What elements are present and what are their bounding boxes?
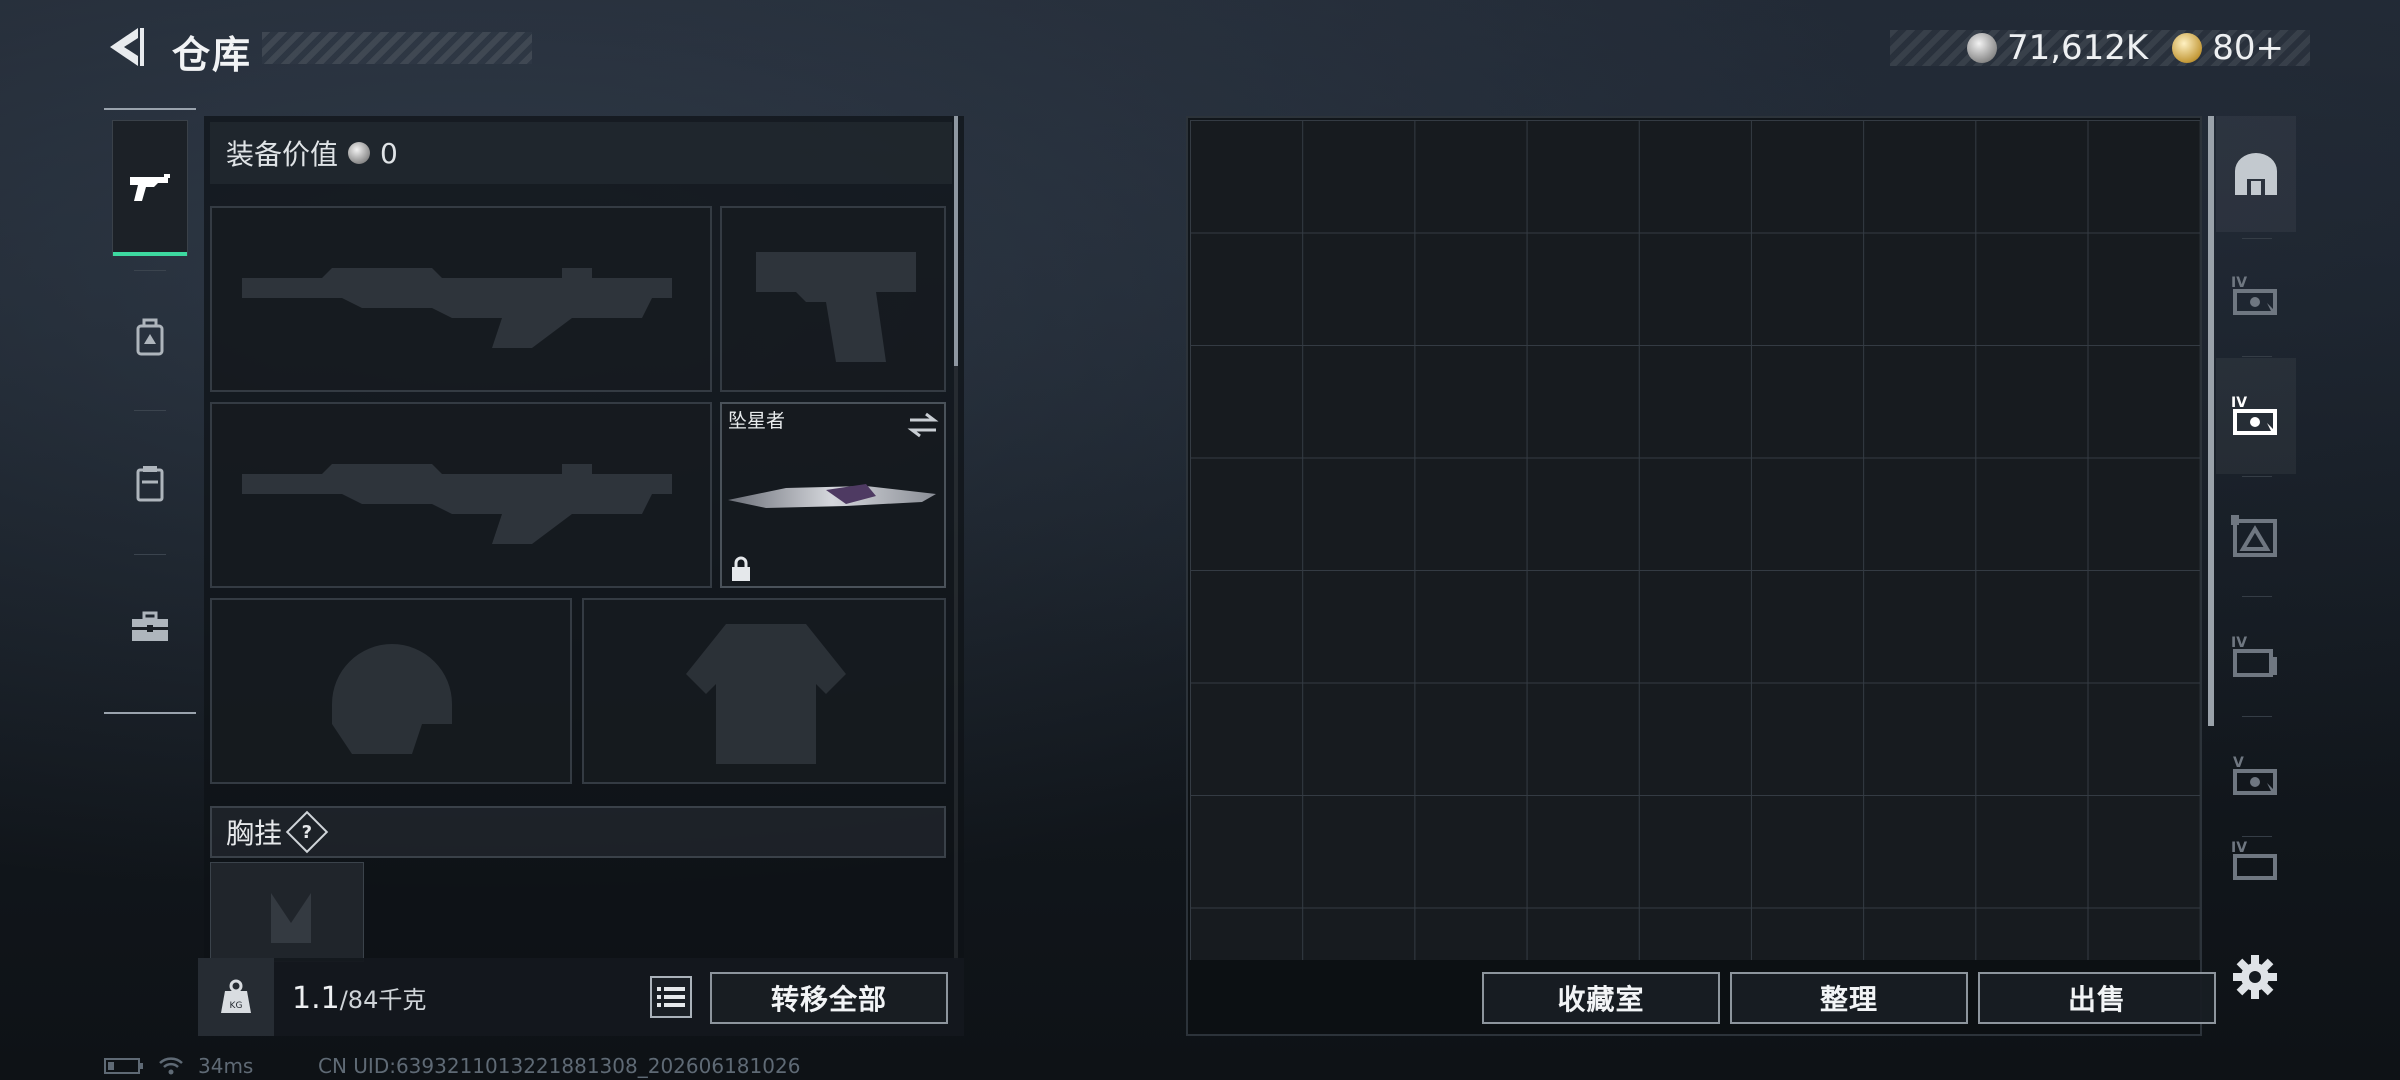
tab-storage-v[interactable]: V <box>2216 718 2296 834</box>
storage-iv-icon: IV <box>2231 840 2277 880</box>
tab-storage-3[interactable] <box>2216 478 2296 594</box>
sidearm-slot[interactable] <box>720 206 946 392</box>
storage-triangle-icon <box>2231 515 2277 557</box>
equipment-category-tabs <box>104 108 196 714</box>
equipment-value-label: 装备价值 <box>226 138 339 171</box>
svg-text:IV: IV <box>2231 275 2247 291</box>
currency-bar: 71,612K 80+ <box>1890 28 2310 68</box>
storage-iv-icon: IV <box>2231 275 2277 315</box>
primary-weapon-slot-2[interactable] <box>210 402 712 588</box>
weight-current: 1.1 <box>292 981 340 1016</box>
svg-text:IV: IV <box>2231 840 2247 856</box>
svg-text:V: V <box>2233 755 2244 771</box>
pistol-silhouette-icon <box>756 252 916 362</box>
rifle-silhouette-icon <box>242 464 672 544</box>
player-uid: CN UID:6393211013221881308_202606181026 <box>318 1054 801 1078</box>
page-title: 仓库 <box>172 33 253 77</box>
weight-icon: KG <box>221 979 251 1013</box>
silver-coin-icon <box>348 142 371 164</box>
tab-backpack[interactable] <box>112 270 188 406</box>
list-view-button[interactable] <box>650 976 692 1018</box>
tab-divider <box>2242 716 2272 717</box>
tab-divider <box>2242 356 2272 357</box>
chest-rig-slot[interactable] <box>210 862 364 962</box>
storage-v-icon: V <box>2233 755 2277 795</box>
transfer-all-button[interactable]: 转移全部 <box>710 972 948 1024</box>
svg-text:IV: IV <box>2231 395 2247 411</box>
tab-storage-iv-6[interactable]: IV <box>2216 838 2296 898</box>
weight-indicator: KG <box>198 958 274 1036</box>
pistol-icon <box>130 174 170 201</box>
chest-rig-label: 胸挂 <box>226 817 283 850</box>
tab-divider <box>2242 836 2272 837</box>
chest-rig-silhouette-icon <box>271 893 311 943</box>
storage-scrollbar[interactable] <box>2208 116 2214 726</box>
svg-text:KG: KG <box>230 1001 243 1011</box>
ping-value: 34ms <box>198 1054 254 1078</box>
storage-tabs: IV IV IV V IV <box>2216 116 2296 916</box>
knife-icon <box>728 484 936 508</box>
title-decoration <box>262 32 532 64</box>
svg-text:IV: IV <box>2231 635 2247 651</box>
gear-icon <box>2233 955 2277 999</box>
tab-storage-iv-2[interactable]: IV <box>2216 358 2296 474</box>
silver-coin-icon <box>1966 33 1997 63</box>
primary-weapon-slot-1[interactable] <box>210 206 712 392</box>
storage-grid[interactable] <box>1190 120 2200 960</box>
tab-safe-box[interactable] <box>2216 116 2296 232</box>
rifle-silhouette-icon <box>242 268 672 348</box>
settings-button[interactable] <box>2230 952 2280 1002</box>
tab-vest[interactable] <box>112 416 188 552</box>
back-button[interactable] <box>100 22 150 72</box>
storage-iv-icon: IV <box>2231 395 2277 435</box>
lock-icon <box>732 556 750 581</box>
gold-currency-value: 80+ <box>2212 28 2284 68</box>
organize-button[interactable]: 整理 <box>1730 972 1968 1024</box>
melee-weapon-slot[interactable]: 坠星者 <box>720 402 946 588</box>
helmet-slot[interactable] <box>210 598 572 784</box>
battery-icon <box>104 1058 143 1074</box>
body-armor-slot[interactable] <box>582 598 946 784</box>
tab-storage-iv-1[interactable]: IV <box>2216 238 2296 354</box>
vest-icon <box>136 466 164 502</box>
tab-divider <box>134 554 166 555</box>
status-bar: 34ms <box>104 1054 253 1078</box>
tab-storage-iv-4[interactable]: IV <box>2216 598 2296 714</box>
tab-weapons[interactable] <box>112 120 188 256</box>
tab-divider <box>2242 476 2272 477</box>
storage-iv-icon: IV <box>2231 635 2277 677</box>
melee-weapon-name: 坠星者 <box>728 410 786 432</box>
help-icon[interactable]: ? <box>285 810 329 854</box>
helmet-silhouette-icon <box>332 644 452 754</box>
tab-equipment-case[interactable] <box>112 560 188 696</box>
weight-capacity: 1.1/84千克 <box>292 980 426 1016</box>
equipment-value: 0 <box>380 136 398 170</box>
tab-divider <box>134 410 166 411</box>
toolbox-icon <box>132 611 168 641</box>
swap-icon[interactable] <box>906 410 940 440</box>
chest-rig-header: 胸挂 ? <box>210 806 946 858</box>
sell-button[interactable]: 出售 <box>1978 972 2216 1024</box>
back-arrow-icon <box>110 28 144 66</box>
equipment-value-row: 装备价值 0 <box>210 122 952 184</box>
wifi-icon <box>159 1057 183 1075</box>
home-safe-icon <box>2235 153 2277 195</box>
silver-currency-value: 71,612K <box>2006 28 2149 68</box>
armor-silhouette-icon <box>686 624 846 764</box>
gold-coin-icon <box>2172 33 2203 63</box>
equipment-scrollbar-thumb[interactable] <box>954 116 958 366</box>
list-icon <box>657 987 685 1007</box>
backpack-icon <box>136 318 164 356</box>
weight-max: /84千克 <box>339 986 427 1014</box>
collection-room-button[interactable]: 收藏室 <box>1482 972 1720 1024</box>
tab-divider <box>2242 596 2272 597</box>
